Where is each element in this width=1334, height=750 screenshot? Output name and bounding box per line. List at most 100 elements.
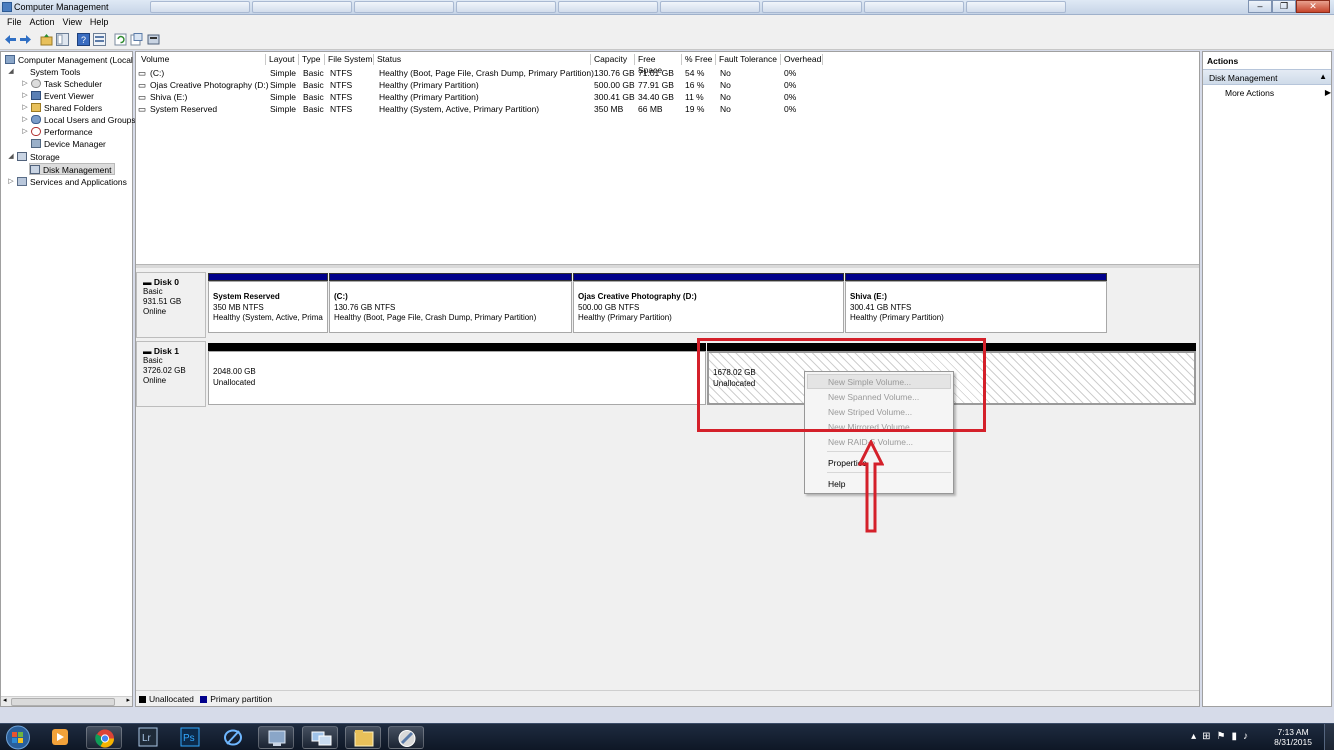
scroll-left-icon[interactable]: ◂ (3, 696, 7, 704)
expand-triangle-icon[interactable]: ▷ (7, 176, 15, 188)
tree-services-applications[interactable]: ▷ Services and Applications (7, 176, 127, 188)
col-layout[interactable]: Layout (266, 54, 299, 65)
legend-unallocated: Unallocated (149, 694, 194, 704)
tree-horizontal-scrollbar[interactable]: ◂ ▸ (1, 696, 132, 706)
show-desktop-button[interactable] (1324, 724, 1334, 750)
col-percent-free[interactable]: % Free (682, 54, 716, 65)
menu-file[interactable]: File (4, 15, 27, 30)
background-tab[interactable] (354, 1, 454, 13)
collapse-section-icon[interactable]: ▲ (1319, 72, 1327, 81)
disk0-label[interactable]: ▬ Disk 0 Basic 931.51 GB Online (136, 272, 206, 338)
maximize-button[interactable]: ❐ (1272, 0, 1296, 13)
disk1-type: Basic (143, 356, 163, 365)
partition-e[interactable]: Shiva (E:) 300.41 GB NTFS Healthy (Prima… (845, 281, 1107, 333)
tray-arrow-icon[interactable]: ▴ (1191, 731, 1202, 742)
expand-triangle-icon[interactable]: ▷ (21, 78, 29, 90)
unallocated-space-1[interactable]: 2048.00 GB Unallocated (208, 351, 706, 405)
title-bar: Computer Management – ❐ ✕ (0, 0, 1334, 15)
background-tab[interactable] (558, 1, 658, 13)
expand-triangle-icon[interactable]: ▷ (21, 102, 29, 114)
taskbar-explorer[interactable] (345, 726, 381, 749)
expand-triangle-icon[interactable]: ▷ (21, 126, 29, 138)
background-tab[interactable] (150, 1, 250, 13)
col-capacity[interactable]: Capacity (591, 54, 635, 65)
menu-view[interactable]: View (60, 15, 87, 30)
taskbar-photoshop[interactable]: Ps (172, 726, 208, 749)
show-hide-tree-icon[interactable] (56, 33, 69, 46)
refresh-icon[interactable] (114, 33, 127, 46)
menu-help[interactable]: Help (828, 479, 845, 489)
taskbar-computer-management[interactable] (258, 726, 294, 749)
tree-device-manager[interactable]: Device Manager (31, 138, 106, 150)
start-button-icon[interactable] (5, 725, 31, 750)
taskbar-network[interactable] (302, 726, 338, 749)
tree-performance[interactable]: ▷ Performance (21, 126, 93, 138)
taskbar-chrome[interactable] (86, 726, 122, 749)
menu-action[interactable]: Action (27, 15, 60, 30)
collapse-triangle-icon[interactable]: ◢ (7, 151, 15, 163)
taskbar-clock[interactable]: 7:13 AM 8/31/2015 (1274, 727, 1312, 747)
tree-local-users[interactable]: ▷ Local Users and Groups (21, 114, 136, 126)
col-free-space[interactable]: Free Space (635, 54, 682, 75)
background-tab[interactable] (762, 1, 862, 13)
tree-disk-management[interactable]: Disk Management (29, 163, 115, 175)
disk1-label[interactable]: ▬ Disk 1 Basic 3726.02 GB Online (136, 341, 206, 407)
taskbar-app-2[interactable] (388, 726, 424, 749)
col-fault-tolerance[interactable]: Fault Tolerance (716, 54, 781, 65)
col-file-system[interactable]: File System (325, 54, 374, 65)
background-tab[interactable] (456, 1, 556, 13)
cell-capacity: 350 MB (594, 104, 624, 114)
tray-network-icon[interactable]: ▮ (1231, 731, 1243, 742)
up-folder-icon[interactable] (40, 33, 53, 46)
expand-triangle-icon[interactable]: ▷ (21, 90, 29, 102)
collapse-triangle-icon[interactable]: ◢ (7, 66, 15, 78)
tree-root[interactable]: Computer Management (Local (5, 54, 133, 66)
tray-volume-icon[interactable]: ♪ (1243, 731, 1254, 742)
actions-section-disk-management[interactable]: Disk Management ▲ (1203, 69, 1331, 85)
col-overhead[interactable]: Overhead (781, 54, 823, 65)
taskbar-media-player[interactable] (42, 726, 78, 749)
background-tab[interactable] (252, 1, 352, 13)
minimize-button[interactable]: – (1248, 0, 1272, 13)
tray-windows-icon[interactable]: ⊞ (1202, 731, 1216, 742)
forward-arrow-icon[interactable] (19, 33, 32, 46)
cell-capacity: 130.76 GB (594, 68, 635, 78)
help-icon[interactable]: ? (77, 33, 90, 46)
properties-icon[interactable] (93, 33, 106, 46)
col-type[interactable]: Type (299, 54, 325, 65)
export-list-icon[interactable] (130, 33, 143, 46)
tree-storage[interactable]: ◢ Storage (7, 151, 60, 163)
col-volume[interactable]: Volume (138, 54, 266, 65)
chrome-icon (95, 729, 114, 748)
background-tab[interactable] (966, 1, 1066, 13)
background-window-tabs (150, 1, 1066, 13)
back-arrow-icon[interactable] (4, 33, 17, 46)
close-button[interactable]: ✕ (1296, 0, 1330, 13)
clock-time: 7:13 AM (1277, 727, 1309, 737)
menu-help[interactable]: Help (87, 15, 114, 30)
svg-text:Lr: Lr (142, 733, 152, 744)
col-status[interactable]: Status (374, 54, 591, 65)
background-tab[interactable] (660, 1, 760, 13)
background-tab[interactable] (864, 1, 964, 13)
tree-task-scheduler[interactable]: ▷ Task Scheduler (21, 78, 102, 90)
partition-system-reserved[interactable]: System Reserved 350 MB NTFS Healthy (Sys… (208, 281, 328, 333)
partition-status: Healthy (System, Active, Prima (213, 313, 323, 322)
tree-system-tools[interactable]: ◢ System Tools (7, 66, 80, 78)
disk-management-icon[interactable] (147, 33, 160, 46)
tree-shared-folders[interactable]: ▷ Shared Folders (21, 102, 102, 114)
cell-capacity: 300.41 GB (594, 92, 635, 102)
taskbar-app[interactable] (215, 726, 251, 749)
taskbar-lightroom[interactable]: Lr (130, 726, 166, 749)
scrollbar-thumb[interactable] (11, 698, 115, 706)
scroll-right-icon[interactable]: ▸ (126, 696, 130, 704)
expand-triangle-icon[interactable]: ▷ (21, 114, 29, 126)
cell-percent-free: 54 % (685, 68, 705, 78)
partition-size: 350 MB NTFS (213, 302, 264, 312)
more-actions-link[interactable]: More Actions ▶ (1225, 88, 1331, 98)
tray-flag-icon[interactable]: ⚑ (1217, 731, 1232, 742)
tree-event-viewer[interactable]: ▷ Event Viewer (21, 90, 94, 102)
partition-c[interactable]: (C:) 130.76 GB NTFS Healthy (Boot, Page … (329, 281, 572, 333)
cell-percent-free: 16 % (685, 80, 705, 90)
partition-d[interactable]: Ojas Creative Photography (D:) 500.00 GB… (573, 281, 844, 333)
